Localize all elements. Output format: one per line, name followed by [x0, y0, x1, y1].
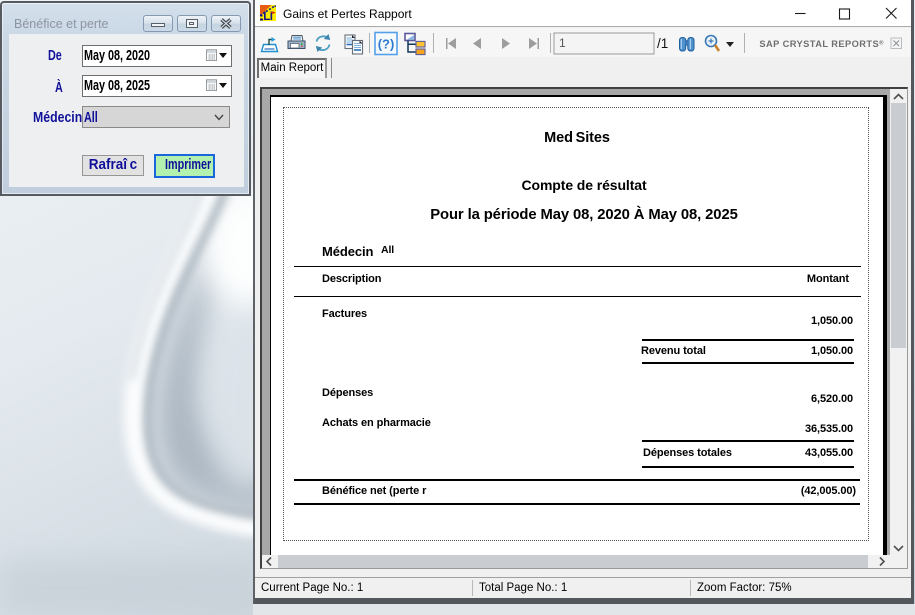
svg-text:/1: /1	[657, 36, 668, 51]
svg-text:(?): (?)	[378, 37, 395, 52]
svg-text:1: 1	[559, 36, 566, 50]
svg-text:SAP CRYSTAL REPORTS®: SAP CRYSTAL REPORTS®	[759, 39, 884, 49]
